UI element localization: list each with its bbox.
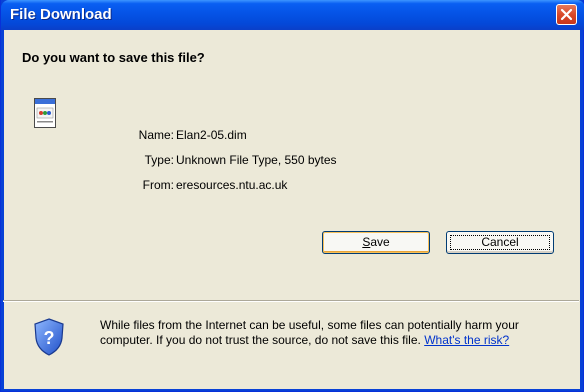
name-value: Elan2-05.dim <box>176 128 247 142</box>
risk-link[interactable]: What's the risk? <box>424 333 509 347</box>
name-label: Name: <box>138 128 174 142</box>
window-title: File Download <box>10 6 112 23</box>
close-button[interactable] <box>556 4 577 25</box>
focus-ring <box>450 235 550 250</box>
close-icon <box>560 8 573 21</box>
cancel-button[interactable]: Cancel <box>446 231 554 254</box>
shield-question-icon: ? <box>34 318 64 356</box>
title-bar[interactable]: File Download <box>1 0 584 30</box>
save-question: Do you want to save this file? <box>22 50 205 65</box>
warning-message: While files from the Internet can be use… <box>100 318 570 348</box>
from-value: eresources.ntu.ac.uk <box>176 178 288 192</box>
svg-text:?: ? <box>44 328 55 348</box>
save-label: ave <box>370 235 390 249</box>
divider <box>3 300 579 302</box>
type-value: Unknown File Type, 550 bytes <box>176 153 337 167</box>
from-label: From: <box>142 178 174 192</box>
save-button[interactable]: Save <box>322 231 430 254</box>
type-label: Type: <box>144 153 174 167</box>
document-icon <box>34 98 56 128</box>
